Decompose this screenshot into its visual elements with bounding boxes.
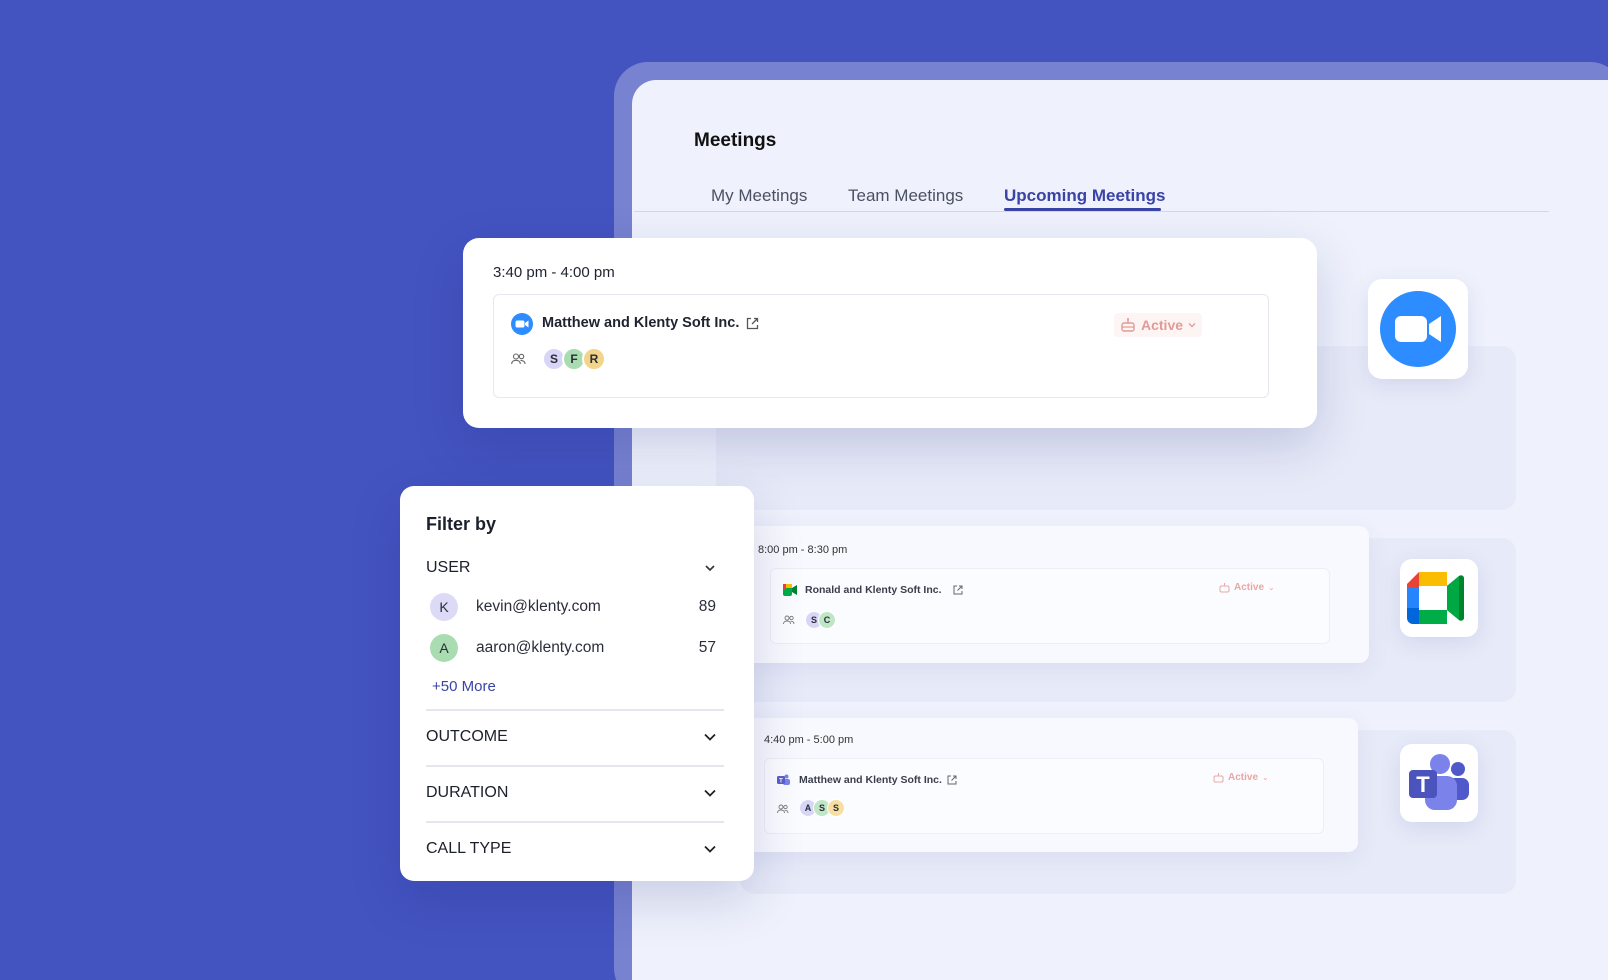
- divider: [426, 821, 724, 823]
- meeting-details: Ronald and Klenty Soft Inc. Active ⌄ S C: [770, 568, 1330, 644]
- status-label: Active: [1228, 772, 1259, 783]
- chevron-down-icon: [1188, 323, 1196, 328]
- chevron-down-icon: ⌄: [1262, 773, 1269, 782]
- tab-team-meetings[interactable]: Team Meetings: [848, 186, 963, 206]
- external-link-icon[interactable]: [953, 585, 963, 595]
- meeting-details: Matthew and Klenty Soft Inc. Active S F …: [493, 294, 1269, 398]
- meeting-card[interactable]: 8:00 pm - 8:30 pm Ronald and Klenty Soft…: [744, 526, 1369, 663]
- meeting-time: 4:40 pm - 5:00 pm: [764, 734, 854, 746]
- meeting-details: T Matthew and Klenty Soft Inc. Active ⌄ …: [764, 758, 1324, 834]
- user-count: 57: [698, 639, 716, 656]
- tab-my-meetings[interactable]: My Meetings: [711, 186, 807, 206]
- avatar: C: [818, 611, 836, 629]
- chevron-down-icon[interactable]: [702, 729, 718, 745]
- chevron-down-icon: ⌄: [1268, 583, 1275, 592]
- user-email: aaron@klenty.com: [476, 639, 605, 656]
- meeting-card[interactable]: 4:40 pm - 5:00 pm T Matthew and Klenty S…: [744, 718, 1358, 852]
- meeting-title: Matthew and Klenty Soft Inc.: [799, 774, 942, 786]
- meeting-title: Ronald and Klenty Soft Inc.: [805, 584, 942, 596]
- active-tab-indicator: [1004, 208, 1161, 211]
- svg-text:T: T: [1416, 772, 1430, 797]
- teams-icon: T: [1409, 754, 1469, 810]
- google-meet-tile[interactable]: [1400, 559, 1478, 637]
- status-label: Active: [1234, 582, 1265, 593]
- external-link-icon[interactable]: [947, 775, 957, 785]
- user-count: 89: [698, 598, 716, 615]
- zoom-icon: [511, 313, 533, 335]
- user-filter-row[interactable]: A aaron@klenty.com 57: [430, 634, 720, 662]
- divider: [426, 709, 724, 711]
- show-more-users-link[interactable]: +50 More: [432, 678, 496, 695]
- zoom-tile[interactable]: [1368, 279, 1468, 379]
- status-dropdown[interactable]: Active ⌄: [1219, 582, 1275, 593]
- user-email: kevin@klenty.com: [476, 598, 601, 615]
- meeting-time: 8:00 pm - 8:30 pm: [758, 544, 848, 556]
- status-dropdown[interactable]: Active: [1114, 313, 1203, 337]
- google-meet-icon: [1407, 572, 1464, 624]
- chevron-down-icon[interactable]: [702, 841, 718, 857]
- chevron-down-icon[interactable]: [702, 560, 718, 576]
- avatar: S: [827, 799, 845, 817]
- avatar: R: [582, 347, 606, 371]
- page-title: Meetings: [694, 130, 777, 151]
- zoom-icon: [1380, 291, 1456, 367]
- filter-section-outcome[interactable]: OUTCOME: [426, 728, 508, 746]
- robot-icon: [1213, 773, 1224, 783]
- attendees-icon: [777, 804, 789, 814]
- chevron-down-icon[interactable]: [702, 785, 718, 801]
- meeting-time: 3:40 pm - 4:00 pm: [493, 264, 615, 281]
- external-link-icon[interactable]: [746, 317, 759, 330]
- teams-tile[interactable]: T: [1400, 744, 1478, 822]
- avatar: A: [430, 634, 458, 662]
- filter-panel: Filter by USER K kevin@klenty.com 89 A a…: [400, 486, 754, 881]
- divider: [426, 765, 724, 767]
- avatar: K: [430, 593, 458, 621]
- filter-section-user[interactable]: USER: [426, 559, 470, 577]
- attendees-icon: [511, 353, 526, 365]
- attendees-icon: [783, 615, 795, 625]
- status-dropdown[interactable]: Active ⌄: [1213, 772, 1269, 783]
- user-filter-row[interactable]: K kevin@klenty.com 89: [430, 593, 720, 621]
- teams-icon: T: [777, 774, 790, 785]
- filter-section-duration[interactable]: DURATION: [426, 784, 508, 802]
- meeting-title: Matthew and Klenty Soft Inc.: [542, 315, 740, 331]
- robot-icon: [1121, 318, 1135, 332]
- google-meet-icon: [783, 584, 797, 596]
- robot-icon: [1219, 583, 1230, 593]
- svg-text:T: T: [779, 778, 783, 784]
- filter-title: Filter by: [426, 514, 497, 534]
- filter-section-call-type[interactable]: CALL TYPE: [426, 840, 511, 858]
- featured-meeting-card[interactable]: 3:40 pm - 4:00 pm Matthew and Klenty Sof…: [463, 238, 1317, 428]
- status-label: Active: [1141, 317, 1184, 333]
- tab-upcoming-meetings[interactable]: Upcoming Meetings: [1004, 186, 1166, 206]
